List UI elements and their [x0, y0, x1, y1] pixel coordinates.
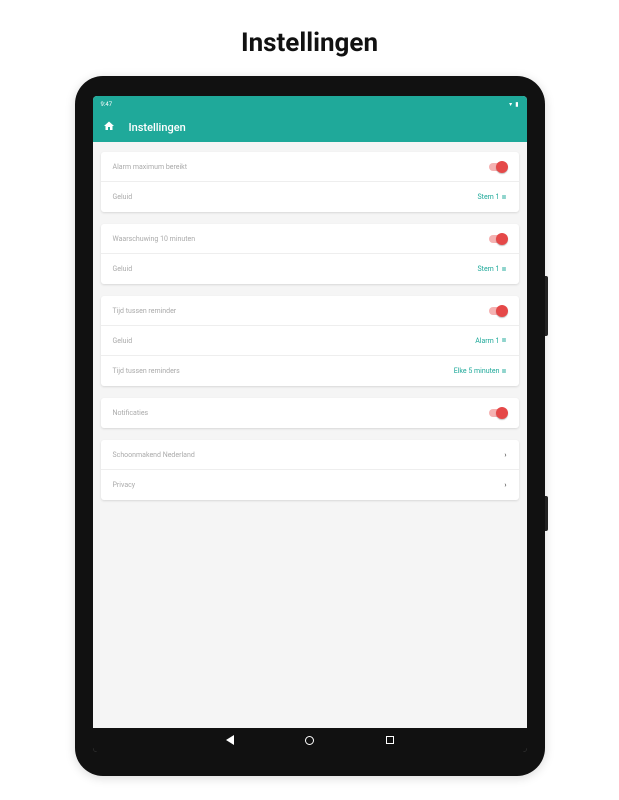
setting-row-alarm-max[interactable]: Alarm maximum bereikt — [101, 152, 519, 182]
toggle-switch[interactable] — [489, 409, 507, 417]
page-heading: Instellingen — [0, 0, 619, 76]
device-screen: 9:47 ▾ ▮ Instellingen Alarm maximum bere… — [93, 96, 527, 752]
tablet-frame: 9:47 ▾ ▮ Instellingen Alarm maximum bere… — [75, 76, 545, 776]
setting-label: Waarschuwing 10 minuten — [113, 235, 196, 243]
setting-label: Geluid — [113, 193, 133, 201]
setting-label: Schoonmakend Nederland — [113, 451, 195, 459]
setting-row-sound[interactable]: Geluid Stem 1 ≣ — [101, 182, 519, 212]
setting-row-privacy[interactable]: Privacy › — [101, 470, 519, 500]
setting-label: Tijd tussen reminders — [113, 367, 180, 375]
battery-icon: ▮ — [515, 101, 518, 108]
app-bar: Instellingen — [93, 112, 527, 142]
setting-row-reminder-interval[interactable]: Tijd tussen reminder — [101, 296, 519, 326]
setting-label: Geluid — [113, 337, 133, 345]
toggle-switch[interactable] — [489, 163, 507, 171]
tune-icon: ≣ — [501, 194, 506, 201]
setting-value: Stem 1 ≣ — [478, 265, 507, 273]
toggle-switch[interactable] — [489, 307, 507, 315]
setting-row-notifications[interactable]: Notificaties — [101, 398, 519, 428]
home-icon[interactable] — [103, 120, 115, 135]
setting-label: Geluid — [113, 265, 133, 273]
appbar-title: Instellingen — [129, 121, 186, 134]
settings-group: Schoonmakend Nederland › Privacy › — [101, 440, 519, 500]
settings-content[interactable]: Alarm maximum bereikt Geluid Stem 1 ≣ Wa… — [93, 142, 527, 728]
setting-label: Notificaties — [113, 409, 149, 417]
settings-group: Notificaties — [101, 398, 519, 428]
setting-row-schoonmakend[interactable]: Schoonmakend Nederland › — [101, 440, 519, 470]
settings-group: Waarschuwing 10 minuten Geluid Stem 1 ≣ — [101, 224, 519, 284]
setting-label: Privacy — [113, 481, 136, 489]
nav-home-button[interactable] — [305, 735, 315, 745]
setting-row-sound[interactable]: Geluid Stem 1 ≣ — [101, 254, 519, 284]
setting-row-sound[interactable]: Geluid Alarm 1 ≣ — [101, 326, 519, 356]
status-bar: 9:47 ▾ ▮ — [93, 96, 527, 112]
chevron-right-icon: › — [504, 451, 506, 459]
setting-label: Alarm maximum bereikt — [113, 163, 188, 171]
nav-recent-button[interactable] — [385, 735, 395, 745]
nav-back-button[interactable] — [225, 735, 235, 745]
toggle-switch[interactable] — [489, 235, 507, 243]
android-navbar — [93, 728, 527, 752]
tune-icon: ≣ — [501, 337, 506, 344]
setting-value: Alarm 1 ≣ — [475, 337, 506, 345]
tablet-side-button — [545, 496, 548, 531]
chevron-right-icon: › — [504, 481, 506, 489]
tune-icon: ≣ — [501, 266, 506, 273]
wifi-icon: ▾ — [509, 101, 512, 108]
settings-group: Tijd tussen reminder Geluid Alarm 1 ≣ Ti… — [101, 296, 519, 386]
setting-label: Tijd tussen reminder — [113, 307, 177, 315]
tune-icon: ≣ — [501, 368, 506, 375]
setting-value: Elke 5 minuten ≣ — [454, 367, 507, 375]
settings-group: Alarm maximum bereikt Geluid Stem 1 ≣ — [101, 152, 519, 212]
setting-value: Stem 1 ≣ — [478, 193, 507, 201]
status-time: 9:47 — [101, 101, 113, 108]
setting-row-reminder-interval-value[interactable]: Tijd tussen reminders Elke 5 minuten ≣ — [101, 356, 519, 386]
setting-row-warning[interactable]: Waarschuwing 10 minuten — [101, 224, 519, 254]
tablet-side-button — [545, 276, 548, 336]
